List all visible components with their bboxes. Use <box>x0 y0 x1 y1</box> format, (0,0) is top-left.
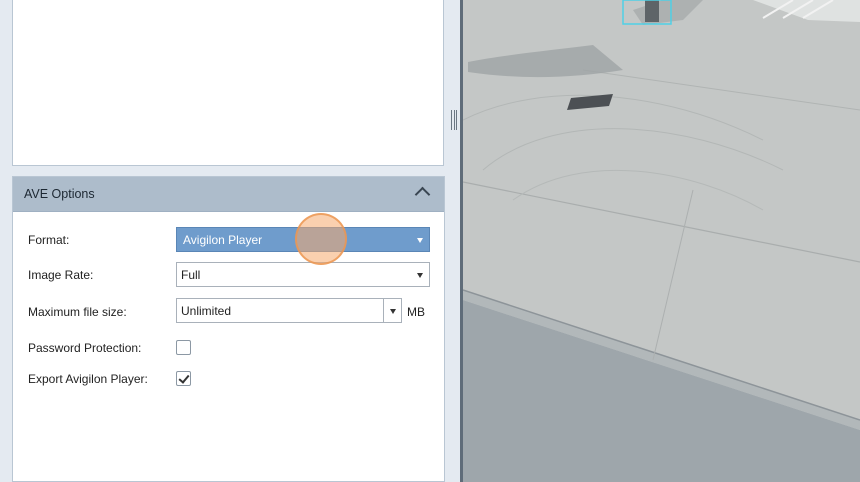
preview-panel <box>12 0 444 166</box>
max-file-size-label: Maximum file size: <box>28 305 127 319</box>
ave-options-header[interactable]: AVE Options <box>13 177 444 212</box>
video-frame <box>463 0 860 482</box>
ave-options-panel: AVE Options Format: Avigilon Player Imag… <box>12 176 445 482</box>
click-indicator <box>295 213 347 265</box>
file-size-unit: MB <box>407 305 425 319</box>
format-label: Format: <box>28 233 70 247</box>
camera-video-view[interactable] <box>463 0 860 482</box>
export-player-label: Export Avigilon Player: <box>28 372 148 386</box>
checkmark-icon <box>178 372 190 384</box>
image-rate-label: Image Rate: <box>28 268 94 282</box>
max-file-size-dropdown-button[interactable] <box>383 298 402 323</box>
chevron-up-icon[interactable] <box>414 186 431 203</box>
max-file-size-value: Unlimited <box>181 304 232 318</box>
format-value: Avigilon Player <box>183 233 263 247</box>
ave-options-title: AVE Options <box>24 187 95 201</box>
password-protection-label: Password Protection: <box>28 341 142 355</box>
chevron-down-icon <box>417 273 423 278</box>
export-settings-pane: AVE Options Format: Avigilon Player Imag… <box>0 0 460 482</box>
image-rate-dropdown[interactable]: Full <box>176 262 430 287</box>
chevron-down-icon <box>417 238 423 243</box>
chevron-down-icon <box>390 309 396 314</box>
export-player-checkbox[interactable] <box>176 371 191 386</box>
splitter-grip-icon[interactable] <box>451 110 457 130</box>
password-protection-checkbox[interactable] <box>176 340 191 355</box>
max-file-size-input[interactable]: Unlimited <box>176 298 384 323</box>
image-rate-value: Full <box>181 268 201 282</box>
